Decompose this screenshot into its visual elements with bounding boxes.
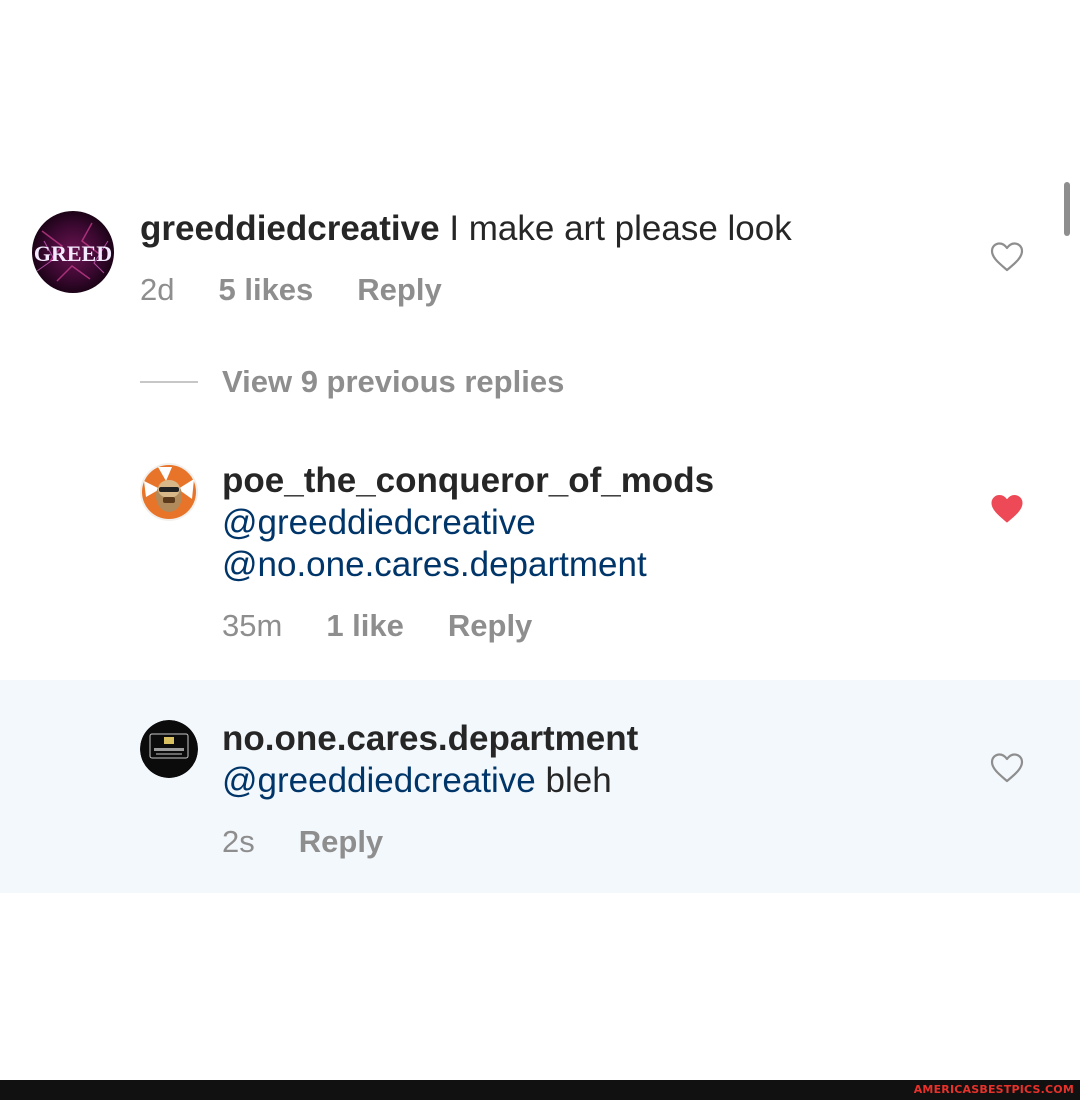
- view-previous-replies-button[interactable]: View 9 previous replies: [140, 364, 564, 400]
- comment-text: greeddiedcreative I make art please look: [140, 208, 960, 250]
- avatar-poe-image: [140, 463, 198, 521]
- like-heart-icon[interactable]: [990, 753, 1024, 788]
- comment-text: no.one.cares.department @greeddiedcreati…: [222, 718, 962, 802]
- avatar[interactable]: GREED: [32, 211, 114, 293]
- divider-line: [140, 381, 198, 383]
- scrollbar[interactable]: [1064, 182, 1070, 236]
- mention-link[interactable]: @greeddiedcreative: [222, 761, 536, 800]
- svg-text:GREED: GREED: [34, 241, 112, 266]
- avatar[interactable]: [140, 463, 198, 521]
- comment-body: bleh: [535, 761, 612, 800]
- username-link[interactable]: poe_the_conqueror_of_mods: [222, 460, 962, 502]
- comment-body: I make art please look: [439, 209, 792, 248]
- mention-link[interactable]: @greeddiedcreative: [222, 502, 962, 544]
- comment-meta: 2s Reply: [222, 824, 383, 860]
- watermark: AMERICASBESTPICS.COM: [913, 1083, 1074, 1096]
- reply-button[interactable]: Reply: [357, 272, 441, 308]
- likes-count[interactable]: 1 like: [326, 608, 404, 644]
- avatar-department-image: [140, 720, 198, 778]
- avatar[interactable]: [140, 720, 198, 778]
- reply-button[interactable]: Reply: [448, 608, 532, 644]
- comment-meta: 35m 1 like Reply: [222, 608, 532, 644]
- username-link[interactable]: no.one.cares.department: [222, 718, 962, 760]
- mention-link[interactable]: @no.one.cares.department: [222, 544, 962, 586]
- timestamp: 35m: [222, 608, 283, 643]
- comment-text: poe_the_conqueror_of_mods @greeddiedcrea…: [222, 460, 962, 586]
- liked-heart-icon[interactable]: [990, 494, 1024, 529]
- comment-meta: 2d 5 likes Reply: [140, 272, 442, 308]
- reply-button[interactable]: Reply: [299, 824, 383, 860]
- like-heart-icon[interactable]: [990, 242, 1024, 277]
- avatar-greed-image: GREED: [32, 211, 114, 293]
- timestamp: 2d: [140, 272, 175, 307]
- likes-count[interactable]: 5 likes: [218, 272, 313, 308]
- timestamp: 2s: [222, 824, 255, 859]
- username-link[interactable]: greeddiedcreative: [140, 209, 440, 248]
- view-replies-label: View 9 previous replies: [222, 364, 565, 399]
